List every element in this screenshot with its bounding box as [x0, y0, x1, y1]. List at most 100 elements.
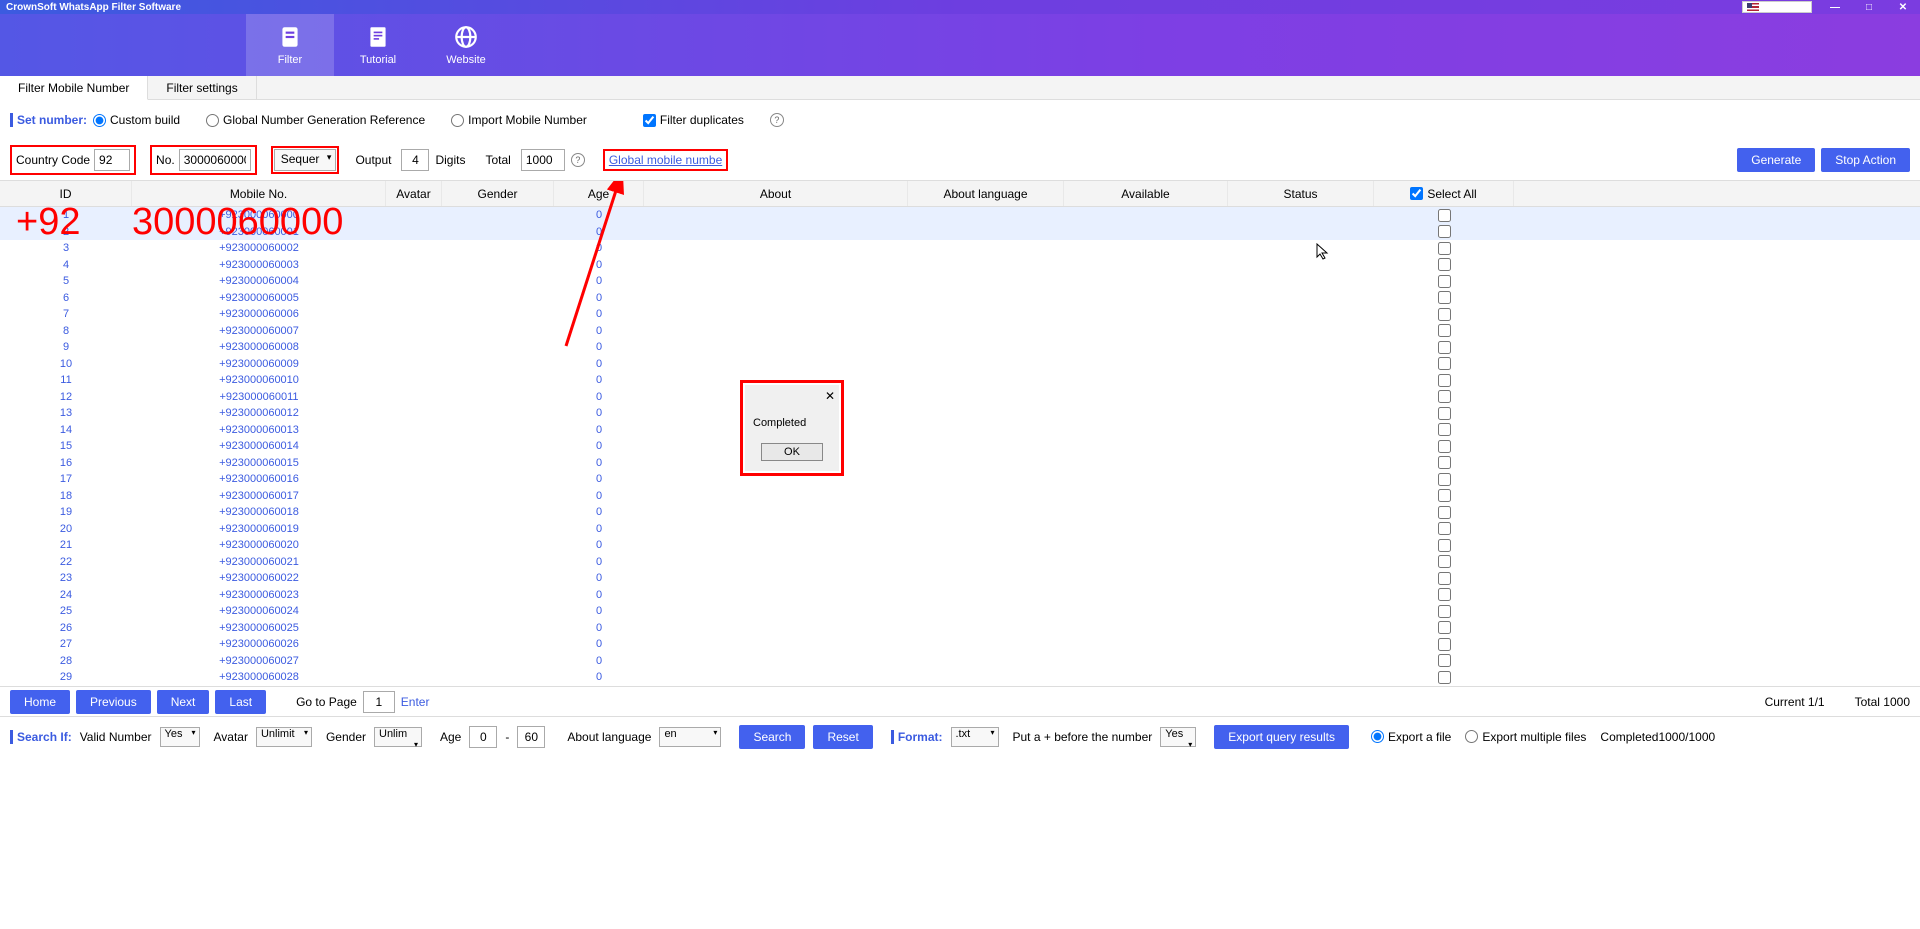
radio-global-ref[interactable]: Global Number Generation Reference	[206, 113, 425, 127]
home-button[interactable]: Home	[10, 690, 70, 714]
table-row[interactable]: 10+9230000600090	[0, 356, 1920, 373]
row-checkbox[interactable]	[1438, 555, 1451, 568]
row-checkbox[interactable]	[1438, 324, 1451, 337]
enter-button[interactable]: Enter	[401, 695, 430, 709]
global-mobile-link[interactable]: Global mobile numbe	[609, 153, 722, 167]
radio-import[interactable]: Import Mobile Number	[451, 113, 587, 127]
table-row[interactable]: 3+9230000600020	[0, 240, 1920, 257]
th-about-lang[interactable]: About language	[908, 181, 1064, 206]
table-row[interactable]: 23+9230000600220	[0, 570, 1920, 587]
table-row[interactable]: 17+9230000600160	[0, 471, 1920, 488]
help-icon[interactable]: ?	[770, 113, 784, 127]
table-row[interactable]: 6+9230000600050	[0, 290, 1920, 307]
table-row[interactable]: 11+9230000600100	[0, 372, 1920, 389]
checkbox-filter-duplicates[interactable]: Filter duplicates	[643, 113, 744, 127]
total-input[interactable]	[521, 149, 565, 171]
row-checkbox[interactable]	[1438, 671, 1451, 684]
row-checkbox[interactable]	[1438, 621, 1451, 634]
select-all-checkbox[interactable]	[1410, 187, 1423, 200]
website-tool[interactable]: Website	[422, 14, 510, 76]
reset-button[interactable]: Reset	[813, 725, 872, 749]
maximize-button[interactable]: □	[1852, 0, 1886, 14]
table-row[interactable]: 4+9230000600030	[0, 257, 1920, 274]
row-checkbox[interactable]	[1438, 209, 1451, 222]
plus-select[interactable]: Yes	[1160, 727, 1196, 747]
row-checkbox[interactable]	[1438, 605, 1451, 618]
filter-tool[interactable]: Filter	[246, 14, 334, 76]
row-checkbox[interactable]	[1438, 258, 1451, 271]
table-row[interactable]: 14+9230000600130	[0, 422, 1920, 439]
radio-export-file[interactable]: Export a file	[1371, 730, 1451, 744]
goto-page-input[interactable]	[363, 691, 395, 713]
th-gender[interactable]: Gender	[442, 181, 554, 206]
row-checkbox[interactable]	[1438, 423, 1451, 436]
dialog-ok-button[interactable]: OK	[761, 443, 823, 461]
row-checkbox[interactable]	[1438, 489, 1451, 502]
table-row[interactable]: 28+9230000600270	[0, 653, 1920, 670]
row-checkbox[interactable]	[1438, 440, 1451, 453]
last-button[interactable]: Last	[215, 690, 266, 714]
th-age[interactable]: Age	[554, 181, 644, 206]
table-row[interactable]: 25+9230000600240	[0, 603, 1920, 620]
row-checkbox[interactable]	[1438, 308, 1451, 321]
output-input[interactable]	[401, 149, 429, 171]
table-row[interactable]: 24+9230000600230	[0, 587, 1920, 604]
row-checkbox[interactable]	[1438, 572, 1451, 585]
table-row[interactable]: 1+9230000600000	[0, 207, 1920, 224]
row-checkbox[interactable]	[1438, 390, 1451, 403]
dialog-close-icon[interactable]: ✕	[825, 389, 835, 403]
table-row[interactable]: 5+9230000600040	[0, 273, 1920, 290]
table-row[interactable]: 13+9230000600120	[0, 405, 1920, 422]
th-available[interactable]: Available	[1064, 181, 1228, 206]
table-row[interactable]: 12+9230000600110	[0, 389, 1920, 406]
row-checkbox[interactable]	[1438, 374, 1451, 387]
table-row[interactable]: 8+9230000600070	[0, 323, 1920, 340]
row-checkbox[interactable]	[1438, 638, 1451, 651]
age-from-input[interactable]	[469, 726, 497, 748]
row-checkbox[interactable]	[1438, 275, 1451, 288]
table-row[interactable]: 22+9230000600210	[0, 554, 1920, 571]
about-lang-select[interactable]: en	[659, 727, 721, 747]
row-checkbox[interactable]	[1438, 407, 1451, 420]
row-checkbox[interactable]	[1438, 654, 1451, 667]
format-select[interactable]: .txt	[951, 727, 999, 747]
radio-custom-build[interactable]: Custom build	[93, 113, 180, 127]
table-row[interactable]: 9+9230000600080	[0, 339, 1920, 356]
table-row[interactable]: 19+9230000600180	[0, 504, 1920, 521]
th-avatar[interactable]: Avatar	[386, 181, 442, 206]
tab-filter-mobile[interactable]: Filter Mobile Number	[0, 76, 148, 100]
previous-button[interactable]: Previous	[76, 690, 151, 714]
no-input[interactable]	[179, 149, 251, 171]
tutorial-tool[interactable]: Tutorial	[334, 14, 422, 76]
table-row[interactable]: 21+9230000600200	[0, 537, 1920, 554]
table-row[interactable]: 29+9230000600280	[0, 669, 1920, 686]
th-about[interactable]: About	[644, 181, 908, 206]
row-checkbox[interactable]	[1438, 242, 1451, 255]
age-to-input[interactable]	[517, 726, 545, 748]
table-row[interactable]: 16+9230000600150	[0, 455, 1920, 472]
row-checkbox[interactable]	[1438, 506, 1451, 519]
th-mobile[interactable]: Mobile No.	[132, 181, 386, 206]
table-row[interactable]: 15+9230000600140	[0, 438, 1920, 455]
row-checkbox[interactable]	[1438, 473, 1451, 486]
valid-number-select[interactable]: Yes	[160, 727, 200, 747]
table-row[interactable]: 2+9230000600010	[0, 224, 1920, 241]
tab-filter-settings[interactable]: Filter settings	[148, 76, 256, 99]
table-row[interactable]: 30+9230000600290	[0, 686, 1920, 687]
generate-button[interactable]: Generate	[1737, 148, 1815, 172]
export-results-button[interactable]: Export query results	[1214, 725, 1349, 749]
radio-export-multi[interactable]: Export multiple files	[1465, 730, 1586, 744]
row-checkbox[interactable]	[1438, 341, 1451, 354]
row-checkbox[interactable]	[1438, 357, 1451, 370]
next-button[interactable]: Next	[157, 690, 210, 714]
search-button[interactable]: Search	[739, 725, 805, 749]
table-row[interactable]: 20+9230000600190	[0, 521, 1920, 538]
row-checkbox[interactable]	[1438, 456, 1451, 469]
close-button[interactable]: ✕	[1886, 0, 1920, 14]
th-status[interactable]: Status	[1228, 181, 1374, 206]
gender-select[interactable]: Unlim	[374, 727, 422, 747]
row-checkbox[interactable]	[1438, 225, 1451, 238]
stop-action-button[interactable]: Stop Action	[1821, 148, 1910, 172]
sequer-dropdown[interactable]: Sequer	[274, 149, 337, 171]
row-checkbox[interactable]	[1438, 291, 1451, 304]
